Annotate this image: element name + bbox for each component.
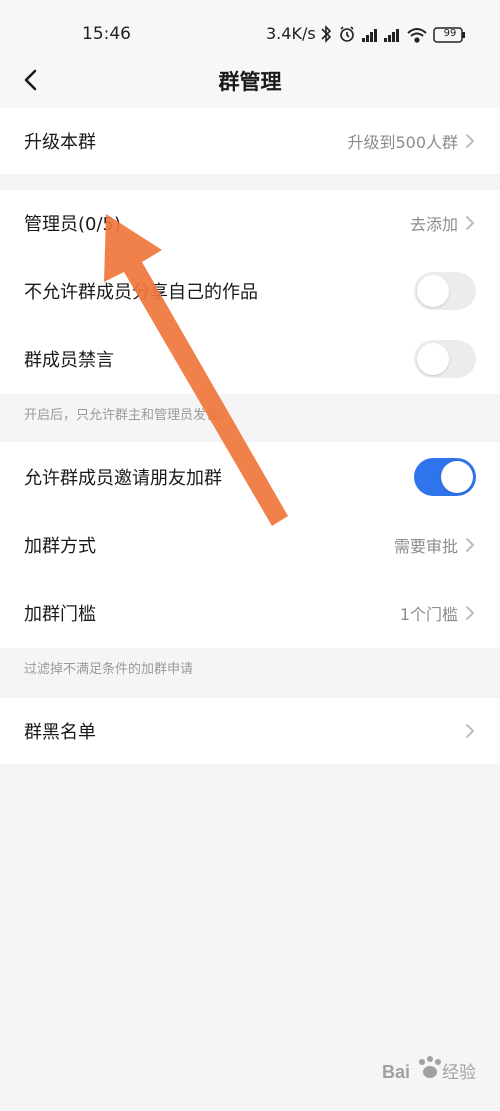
wifi-icon	[407, 28, 427, 43]
chevron-right-icon	[466, 216, 474, 230]
join-method-label: 加群方式	[24, 536, 96, 557]
chevron-right-icon	[466, 538, 474, 552]
upgrade-group-value: 升级到500人群	[347, 133, 458, 152]
chevron-right-icon	[466, 724, 474, 738]
blacklist-section: 群黑名单	[0, 698, 500, 764]
svg-text:Bai: Bai	[382, 1062, 410, 1082]
no-share-toggle[interactable]	[414, 272, 476, 310]
invite-toggle[interactable]	[414, 458, 476, 496]
join-method-row[interactable]: 加群方式 需要审批	[0, 512, 500, 578]
join-threshold-note: 过滤掉不满足条件的加群申请	[24, 662, 194, 677]
join-threshold-row[interactable]: 加群门槛 1个门槛	[0, 580, 500, 646]
no-share-row: 不允许群成员分享自己的作品	[0, 258, 500, 324]
blacklist-label: 群黑名单	[24, 722, 96, 743]
invite-label: 允许群成员邀请朋友加群	[24, 468, 222, 489]
chevron-right-icon	[466, 606, 474, 620]
upgrade-group-row[interactable]: 升级本群 升级到500人群	[0, 108, 500, 174]
join-section: 允许群成员邀请朋友加群 加群方式 需要审批 加群门槛 1个门槛	[0, 442, 500, 648]
toggle-knob	[417, 343, 449, 375]
upgrade-group-label: 升级本群	[24, 132, 96, 153]
bluetooth-icon	[321, 25, 332, 43]
join-threshold-value: 1个门槛	[399, 605, 458, 624]
network-speed: 3.4K/s	[266, 24, 316, 43]
battery-level: 99	[443, 28, 457, 39]
upgrade-section: 升级本群 升级到500人群	[0, 108, 500, 174]
toggle-knob	[441, 461, 473, 493]
signal-2-icon	[384, 29, 399, 42]
mute-note: 开启后，只允许群主和管理员发言。	[24, 408, 233, 423]
status-time: 15:46	[82, 24, 131, 44]
admin-row[interactable]: 管理员(0/5) 去添加	[0, 190, 500, 256]
page-title: 群管理	[218, 70, 282, 94]
no-share-label: 不允许群成员分享自己的作品	[24, 282, 258, 303]
mute-label: 群成员禁言	[24, 350, 114, 371]
mute-toggle[interactable]	[414, 340, 476, 378]
alarm-icon	[340, 26, 354, 42]
join-threshold-label: 加群门槛	[24, 604, 96, 625]
title-bar: 群管理	[0, 56, 500, 108]
toggle-knob	[417, 275, 449, 307]
blacklist-row[interactable]: 群黑名单	[0, 698, 500, 764]
admin-value: 去添加	[409, 215, 458, 234]
mute-row: 群成员禁言	[0, 326, 500, 392]
join-method-value: 需要审批	[393, 537, 458, 556]
invite-row: 允许群成员邀请朋友加群	[0, 444, 500, 510]
permission-section: 管理员(0/5) 去添加 不允许群成员分享自己的作品 群成员禁言	[0, 190, 500, 394]
status-bar: 15:46 3.4K/s 99	[0, 0, 500, 56]
signal-1-icon	[362, 29, 377, 42]
baidu-watermark-logo: Bai 经验	[382, 1056, 476, 1083]
svg-text:经验: 经验	[442, 1063, 476, 1083]
admin-label: 管理员(0/5)	[24, 214, 122, 235]
chevron-right-icon	[466, 134, 474, 148]
